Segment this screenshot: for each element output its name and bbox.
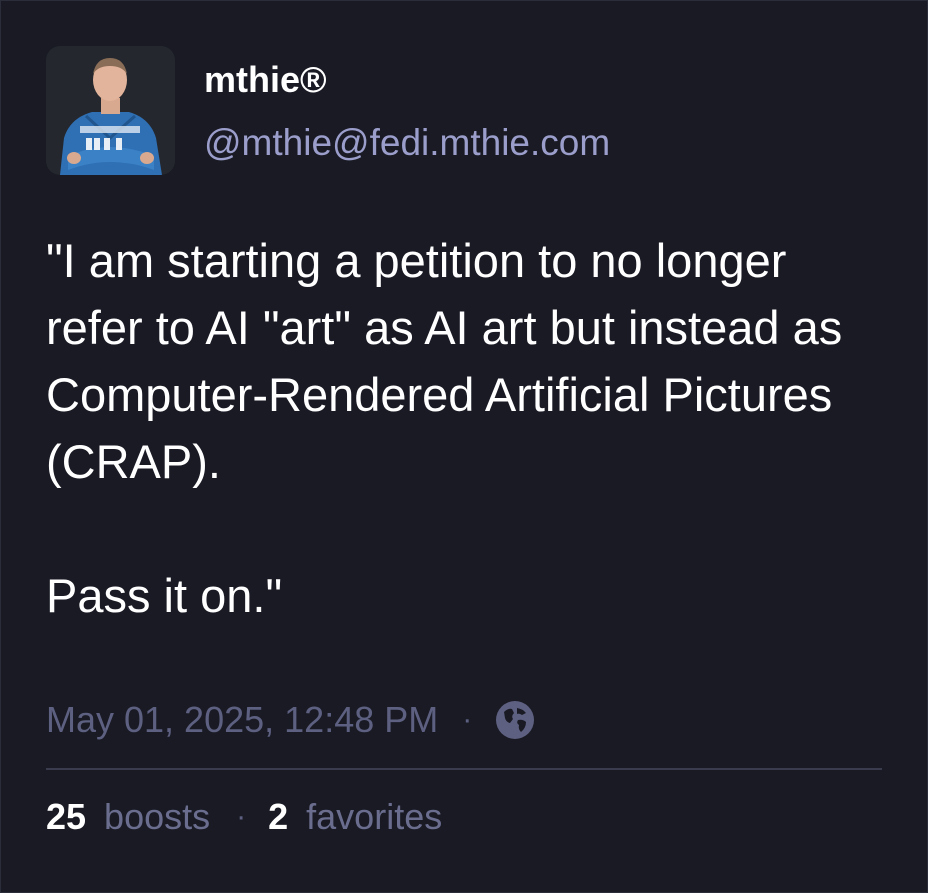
favorites-label[interactable]: favorites (306, 796, 442, 838)
meta-separator: · (462, 703, 473, 736)
stats-separator: · (236, 800, 247, 833)
post-paragraph: "I am starting a petition to no longer r… (46, 234, 843, 488)
divider (46, 768, 882, 770)
globe-icon (494, 699, 536, 741)
author-handle[interactable]: @mthie@fedi.mthie.com (204, 121, 610, 165)
author-display-name[interactable]: mthie® (204, 59, 327, 101)
favorites-count[interactable]: 2 (268, 796, 288, 838)
post-stats: 25 boosts · 2 favorites (46, 794, 442, 840)
post-paragraph: Pass it on." (46, 569, 283, 622)
post-meta: May 01, 2025, 12:48 PM · (46, 696, 536, 744)
avatar[interactable] (46, 46, 175, 175)
avatar-image (46, 46, 175, 175)
boosts-label[interactable]: boosts (104, 796, 210, 838)
post-timestamp[interactable]: May 01, 2025, 12:48 PM (46, 699, 438, 741)
boosts-count[interactable]: 25 (46, 796, 86, 838)
post-card: mthie® @mthie@fedi.mthie.com "I am start… (0, 0, 928, 893)
post-content: "I am starting a petition to no longer r… (46, 227, 876, 629)
